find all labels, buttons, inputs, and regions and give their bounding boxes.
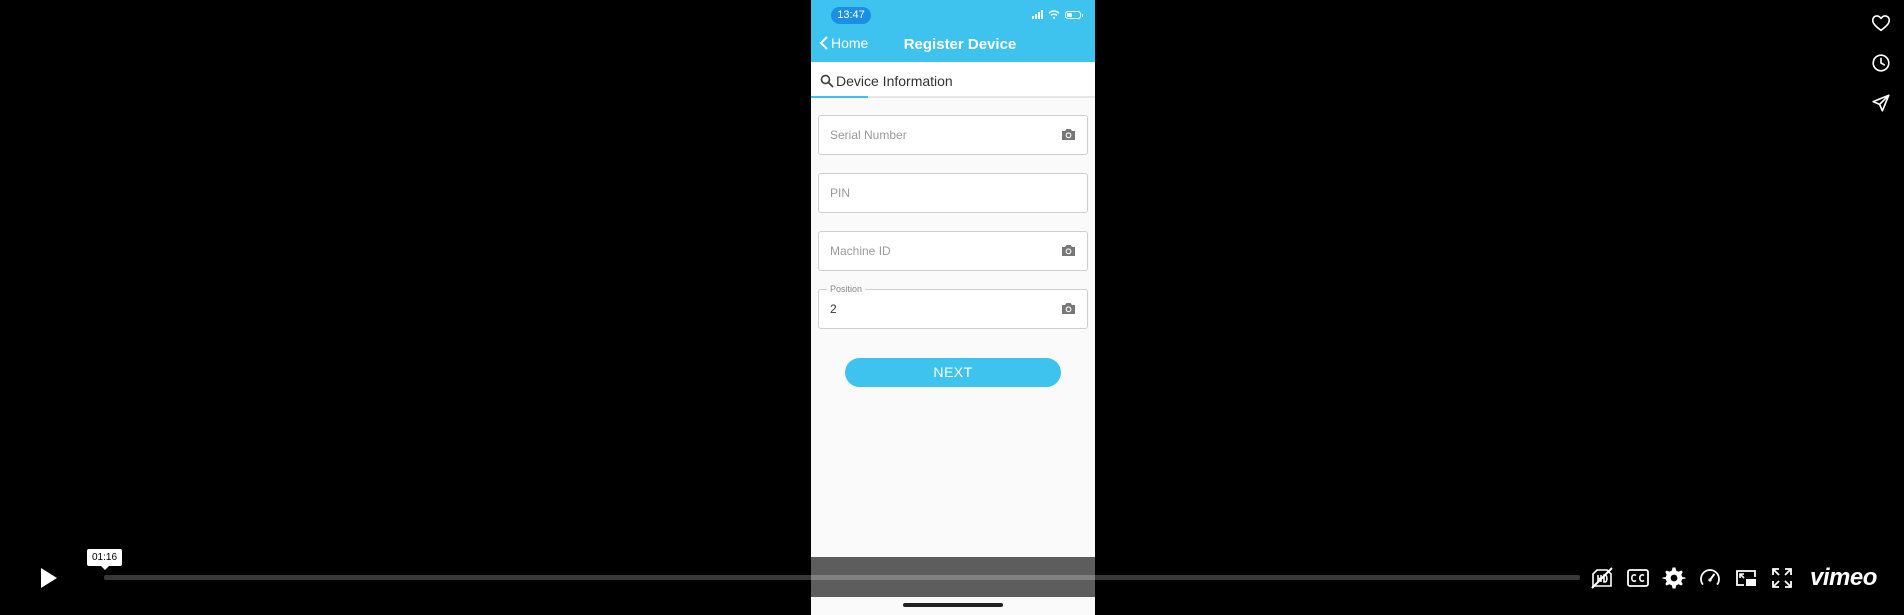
heart-icon[interactable] (1870, 12, 1892, 34)
gear-icon[interactable] (1662, 566, 1686, 590)
machine-id-field[interactable]: Machine ID (818, 231, 1088, 271)
camera-icon[interactable] (1061, 302, 1076, 315)
battery-level (1067, 12, 1073, 17)
signal-icon (1032, 10, 1043, 19)
send-icon[interactable] (1870, 92, 1892, 114)
chevron-left-icon (819, 36, 828, 50)
search-icon (820, 74, 834, 88)
camera-icon[interactable] (1061, 128, 1076, 141)
fullscreen-icon[interactable] (1770, 566, 1794, 590)
position-field[interactable]: Position 2 (818, 284, 1088, 329)
hd-off-icon[interactable] (1590, 566, 1614, 590)
vimeo-logo[interactable]: vimeo (1810, 565, 1877, 591)
wifi-icon (1048, 10, 1060, 19)
progress-bar[interactable] (104, 575, 1580, 580)
status-time: 13:47 (831, 7, 871, 24)
video-player[interactable]: 13:47 Home Register Device Device Inform… (0, 0, 1904, 615)
pin-placeholder: PIN (830, 186, 851, 200)
home-indicator (903, 603, 1003, 607)
tab-label: Device Information (836, 73, 953, 89)
player-controls: vimeo (1590, 565, 1877, 591)
app-header: 13:47 Home Register Device (811, 0, 1095, 62)
machine-id-placeholder: Machine ID (830, 244, 891, 258)
time-tooltip: 01:16 (87, 549, 123, 570)
side-actions (1870, 12, 1892, 114)
pip-icon[interactable] (1734, 566, 1758, 590)
position-value: 2 (830, 302, 837, 316)
play-icon[interactable] (36, 565, 60, 591)
battery-icon (1065, 10, 1083, 19)
clock-icon[interactable] (1870, 52, 1892, 74)
position-label: Position (827, 284, 866, 295)
page-title-text: Register Device (903, 36, 1017, 53)
tab-active-indicator (811, 96, 868, 98)
status-icons (1032, 10, 1083, 19)
phone-screen: 13:47 Home Register Device Device Inform… (811, 0, 1095, 615)
cc-icon[interactable] (1626, 566, 1650, 590)
back-button[interactable]: Home (819, 35, 868, 51)
camera-icon[interactable] (1061, 244, 1076, 257)
back-label: Home (831, 35, 869, 51)
serial-number-placeholder: Serial Number (830, 128, 907, 142)
serial-number-field[interactable]: Serial Number (818, 115, 1088, 155)
next-button[interactable]: NEXT (845, 358, 1061, 387)
pin-field[interactable]: PIN (818, 173, 1088, 213)
tab-device-information[interactable]: Device Information (811, 62, 1095, 98)
speed-icon[interactable] (1698, 566, 1722, 590)
